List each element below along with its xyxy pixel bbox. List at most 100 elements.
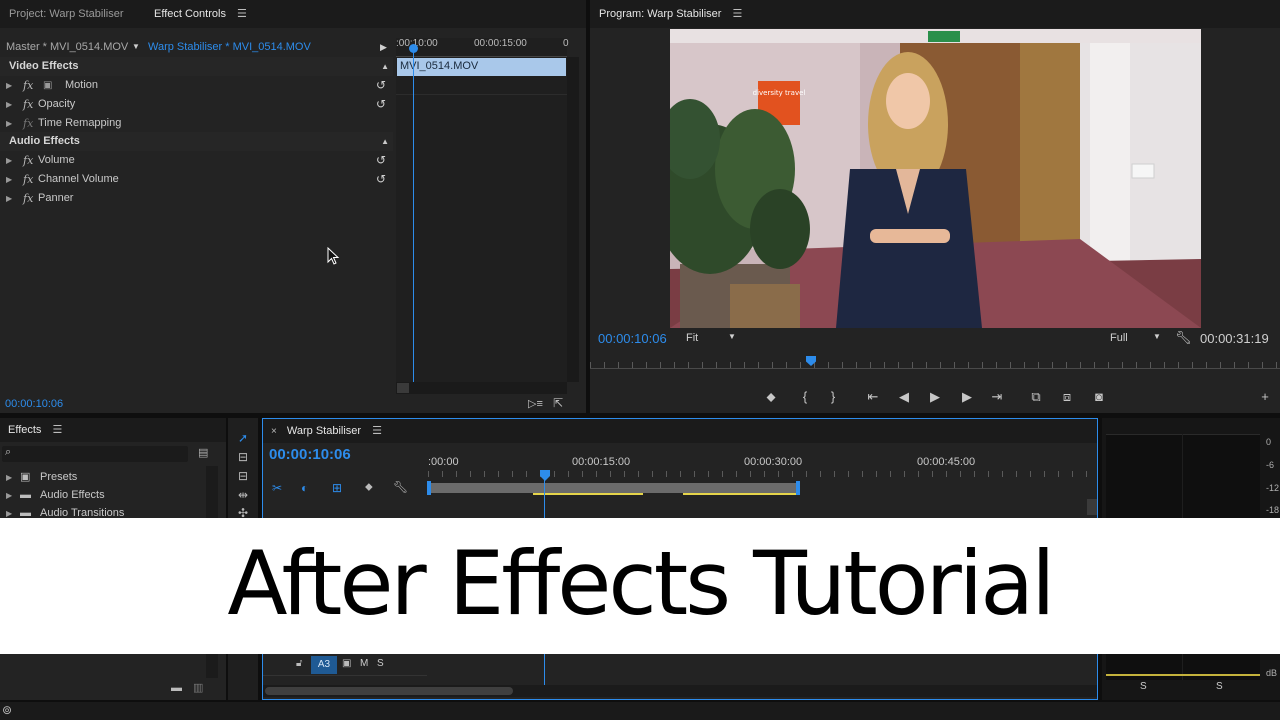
timeline-scroll-thumb[interactable] (265, 687, 513, 695)
ec-horizontal-scrollbar[interactable] (396, 382, 567, 394)
new-custom-bin-icon[interactable]: ▤ (198, 446, 208, 459)
clip-dropdown-arrow-icon[interactable]: ▼ (132, 42, 140, 51)
new-bin-folder-icon[interactable]: ▬ (171, 682, 182, 694)
video-frame[interactable]: diversity travel (670, 29, 1201, 328)
track-select-tool-icon[interactable]: ⊟ (233, 450, 253, 466)
motion-transform-icon[interactable]: ▣ (43, 76, 52, 95)
play-icon[interactable]: ▶︎ (926, 389, 944, 405)
tab-sequence[interactable]: × Warp Stabiliser ☰ (271, 419, 382, 443)
expand-triangle-icon[interactable]: ▶ (6, 151, 12, 170)
rolling-edit-tool-icon[interactable]: ⇹ (233, 488, 253, 504)
ec-vertical-scrollbar[interactable] (567, 57, 579, 382)
ruler-label-45: 00:00:45:00 (917, 456, 976, 468)
reset-icon[interactable]: ↺ (376, 95, 386, 114)
section-video-effects[interactable]: Video Effects ▲ (0, 57, 393, 76)
show-timeline-arrow-icon[interactable]: ▶ (380, 42, 387, 53)
effect-row-opacity[interactable]: ▶ fx Opacity ↺ (0, 95, 393, 114)
trash-icon[interactable]: ▥ (193, 681, 203, 694)
timeline-ruler[interactable]: :00:00 00:00:15:00 00:00:30:00 00:00:45:… (428, 451, 1088, 481)
expand-triangle-icon[interactable]: ▶ (6, 170, 12, 189)
reset-icon[interactable]: ↺ (376, 151, 386, 170)
export-frame-camera-icon[interactable]: ◙ (1090, 389, 1108, 404)
creative-cloud-icon[interactable]: ⊚ (2, 703, 12, 717)
close-icon[interactable]: × (271, 426, 277, 437)
program-time-ruler[interactable] (590, 356, 1280, 376)
settings-wrench-icon[interactable]: 🔧︎ (1175, 330, 1192, 346)
tab-effects[interactable]: Effects ☰ (8, 418, 62, 442)
go-to-out-icon[interactable]: ⇥ (988, 389, 1006, 405)
expand-triangle-icon[interactable]: ▶ (6, 486, 12, 505)
tab-project[interactable]: Project: Warp Stabiliser (9, 0, 124, 28)
effects-item-presets[interactable]: ▶ ▣ Presets (0, 468, 218, 487)
expand-triangle-icon[interactable]: ▶ (6, 189, 12, 208)
expand-triangle-icon[interactable]: ▶ (6, 114, 12, 133)
selection-tool-icon[interactable]: ➚ (233, 431, 253, 447)
work-area-bar[interactable] (429, 483, 799, 493)
step-forward-icon[interactable]: ▶︎ (958, 389, 976, 405)
panel-menu-icon[interactable]: ☰ (372, 419, 382, 443)
work-area-in-handle[interactable] (427, 481, 431, 495)
effects-search-input[interactable]: ⌕ (2, 446, 188, 462)
export-icon[interactable]: ⇱ (553, 396, 563, 410)
timeline-scrollbar-right[interactable] (1087, 499, 1097, 515)
mark-in-icon[interactable]: { (796, 389, 814, 404)
add-button-icon[interactable]: + (1256, 389, 1274, 404)
expand-triangle-icon[interactable]: ▶ (6, 95, 12, 114)
solo-left-button[interactable]: S (1140, 681, 1147, 692)
solo-right-button[interactable]: S (1216, 681, 1223, 692)
panel-menu-icon[interactable]: ☰ (53, 418, 63, 442)
sequence-clip-label[interactable]: Warp Stabiliser * MVI_0514.MOV (148, 41, 311, 53)
ripple-edit-tool-icon[interactable]: ⊟ (233, 469, 253, 485)
step-back-icon[interactable]: ◀︎ (895, 389, 913, 405)
fx-icon: fx (23, 79, 34, 92)
reset-icon[interactable]: ↺ (376, 170, 386, 189)
quality-select[interactable]: Full ▼ (1110, 332, 1170, 346)
effect-row-channel-volume[interactable]: ▶ fx Channel Volume ↺ (0, 170, 393, 189)
linked-selection-icon[interactable]: ◐ (301, 481, 308, 495)
panel-menu-icon[interactable]: ☰ (237, 0, 247, 28)
add-marker-icon[interactable]: ⊞ (332, 481, 342, 495)
marker-icon[interactable]: ⬥ (365, 481, 373, 494)
tab-effect-controls[interactable]: Effect Controls ☰ (154, 0, 247, 28)
effect-controls-timeline[interactable]: :00:10:00 00:00:15:00 0 MVI_0514.MOV (396, 38, 569, 382)
timeline-timecode[interactable]: 00:00:10:06 (269, 446, 351, 463)
effect-row-time-remapping[interactable]: ▶ fx Time Remapping (0, 114, 393, 133)
reset-icon[interactable]: ↺ (376, 76, 386, 95)
mute-track-button[interactable]: M (360, 658, 368, 669)
section-audio-effects[interactable]: Audio Effects ▲ (0, 132, 393, 151)
expand-triangle-icon[interactable]: ▶ (6, 76, 12, 95)
mark-out-icon[interactable]: } (824, 389, 842, 404)
zoom-select[interactable]: Fit ▼ (686, 332, 746, 346)
voiceover-record-icon[interactable]: ▣ (342, 658, 351, 669)
expand-triangle-icon[interactable]: ▶ (6, 468, 12, 487)
work-area-out-handle[interactable] (796, 481, 800, 495)
ec-scroll-thumb[interactable] (397, 383, 409, 393)
effect-label: Motion (65, 79, 99, 91)
effect-row-volume[interactable]: ▶ fx Volume ↺ (0, 151, 393, 170)
chevron-down-icon: ▼ (1153, 332, 1161, 341)
panel-menu-icon[interactable]: ☰ (733, 0, 743, 28)
playhead-line (413, 46, 414, 382)
tab-program-monitor[interactable]: Program: Warp Stabiliser ☰ (599, 0, 742, 28)
add-marker-icon[interactable]: ⬥ (762, 389, 780, 405)
effects-item-audio-effects[interactable]: ▶ ▬ Audio Effects (0, 486, 218, 505)
lift-icon[interactable]: ⧉ (1027, 389, 1045, 405)
snap-icon[interactable]: ✂︎ (272, 481, 282, 495)
go-to-in-icon[interactable]: ⇤ (864, 389, 882, 405)
collapse-up-icon[interactable]: ▲ (381, 132, 389, 151)
program-current-timecode[interactable]: 00:00:10:06 (598, 331, 667, 346)
effect-row-motion[interactable]: ▶ fx ▣ Motion ↺ (0, 76, 393, 95)
extract-icon[interactable]: ⧈ (1058, 389, 1076, 405)
playhead-handle[interactable] (409, 44, 418, 53)
lock-icon[interactable]: 🔓︎ (296, 658, 302, 669)
meter-scale-6: -6 (1266, 460, 1275, 470)
timeline-settings-wrench-icon[interactable]: 🔧︎ (393, 480, 408, 494)
solo-track-button[interactable]: S (377, 658, 384, 669)
filter-icon[interactable]: ▷≡ (528, 397, 543, 410)
effect-controls-timecode[interactable]: 00:00:10:06 (5, 398, 63, 410)
effect-row-panner[interactable]: ▶ fx Panner (0, 189, 393, 208)
collapse-up-icon[interactable]: ▲ (381, 57, 389, 76)
ruler-baseline (590, 368, 1280, 369)
zoom-select-value: Fit (686, 332, 699, 344)
track-a3-label[interactable]: A3 (311, 656, 337, 674)
